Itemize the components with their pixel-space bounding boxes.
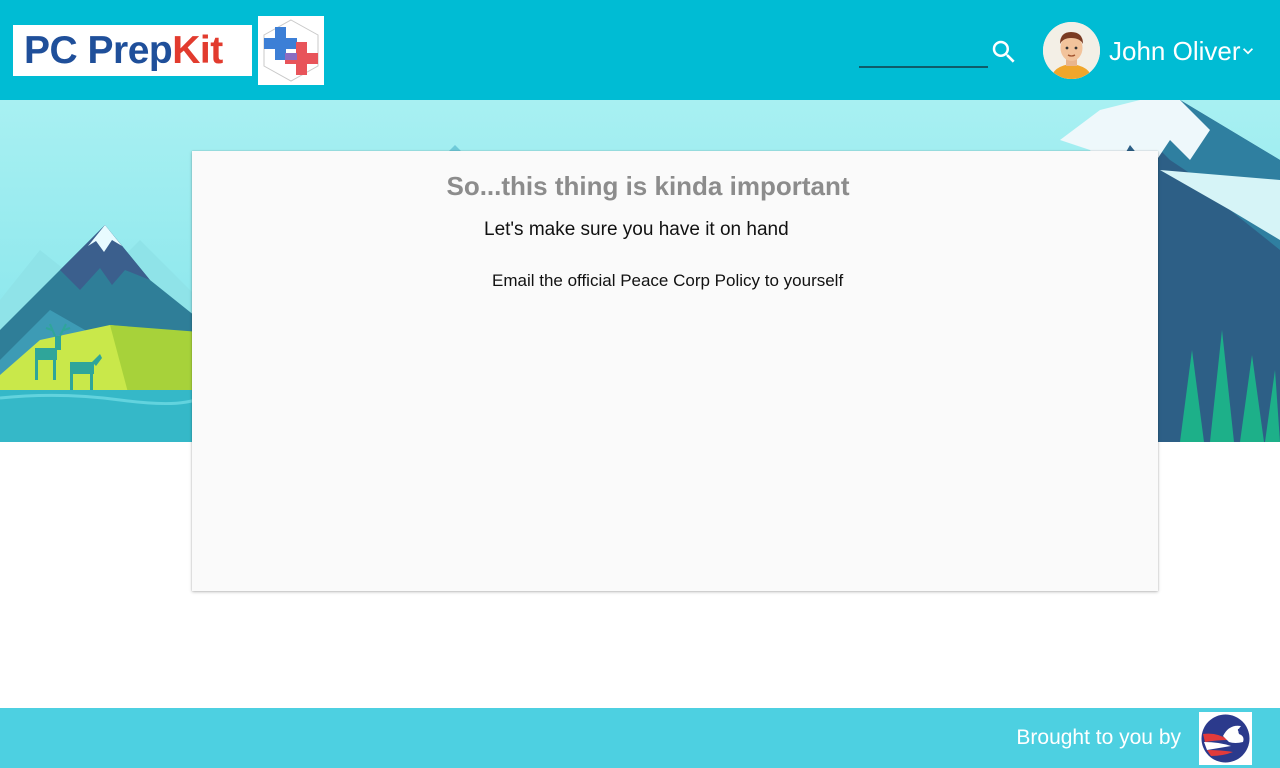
user-avatar[interactable] <box>1043 22 1100 79</box>
email-policy-link[interactable]: Email the official Peace Corp Policy to … <box>492 271 843 291</box>
medical-cross-badge-icon <box>258 16 324 85</box>
search-input[interactable] <box>859 32 988 68</box>
logo-text-primary: PC Prep <box>24 28 173 72</box>
app-footer: Brought to you by <box>0 708 1280 768</box>
app-header: PC Prep Kit John Oliver <box>0 0 1280 100</box>
card-title: So...this thing is kinda important <box>446 171 850 201</box>
app-logo[interactable]: PC Prep Kit <box>13 25 252 76</box>
policy-card: So...this thing is kinda important Let's… <box>192 151 1158 591</box>
card-subtitle: Let's make sure you have it on hand <box>484 219 789 240</box>
chevron-down-icon[interactable] <box>1238 41 1258 61</box>
footer-text: Brought to you by <box>1016 726 1181 749</box>
search-icon[interactable] <box>989 37 1019 67</box>
logo-text-accent: Kit <box>172 28 223 72</box>
user-name[interactable]: John Oliver <box>1109 36 1241 66</box>
peace-corps-dove-icon[interactable] <box>1199 712 1252 765</box>
